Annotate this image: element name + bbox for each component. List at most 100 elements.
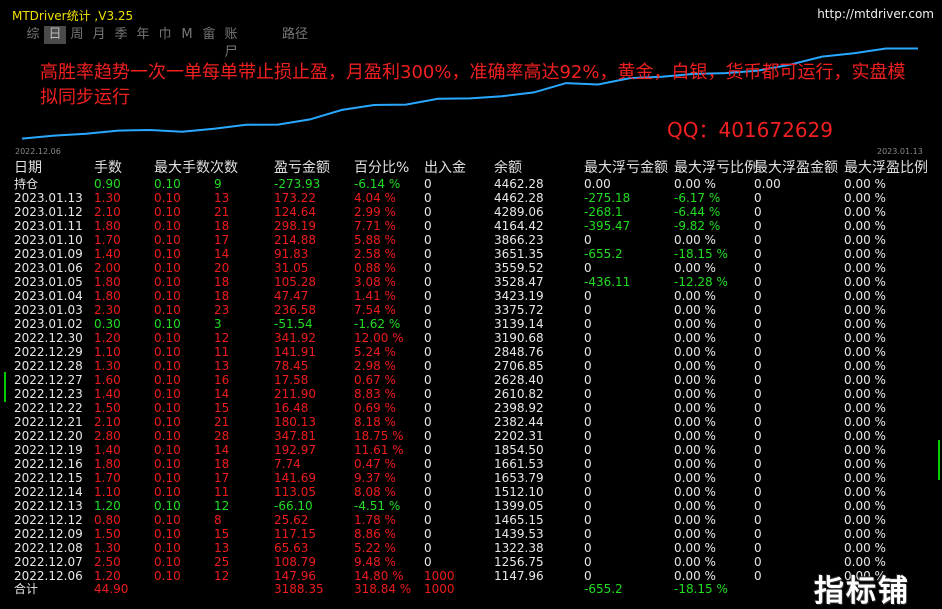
tab-2[interactable]: 周 [66, 26, 88, 44]
cell-count: 18 [214, 457, 230, 471]
cell-fppct: 0.00 % [844, 261, 886, 275]
header-max-float-loss-pct: 最大浮亏比例 [674, 160, 758, 176]
cell-fppct: 0.00 % [844, 331, 886, 345]
cell-date: 2022.12.16 [14, 457, 83, 471]
header-percent: 百分比% [354, 160, 410, 176]
cell-date: 2022.12.14 [14, 485, 83, 499]
cell-ddpct: 0.00 % [674, 373, 716, 387]
tab-3[interactable]: 月 [88, 26, 110, 44]
tab-5[interactable]: 年 [132, 26, 154, 44]
cell-io: 1000 [424, 569, 455, 583]
cell-ddamt: 0 [584, 485, 592, 499]
cell-lots: 2.10 [94, 415, 121, 429]
cell-fpamt: 0 [754, 275, 762, 289]
cell-pl: 108.79 [274, 555, 316, 569]
cell-bal: 3866.23 [494, 233, 544, 247]
cell-fppct: 0.00 % [844, 289, 886, 303]
header-profit-loss: 盈亏金额 [274, 160, 330, 176]
cell-pl: 214.88 [274, 233, 316, 247]
cell-ddpct: -12.28 % [674, 275, 728, 289]
header-deposit: 出入金 [424, 160, 466, 176]
cell-maxlots: 0.10 [154, 485, 181, 499]
cell-bal: 3190.68 [494, 331, 544, 345]
cell-io: 0 [424, 303, 432, 317]
tab-4[interactable]: 季 [110, 26, 132, 44]
cell-fppct: 0.00 % [844, 303, 886, 317]
cell-count: 21 [214, 415, 230, 429]
cell-io: 0 [424, 247, 432, 261]
cell-fppct: 0.00 % [844, 527, 886, 541]
cell-maxlots: 0.10 [154, 415, 181, 429]
cell-io: 0 [424, 219, 432, 233]
cell-maxlots: 0.10 [154, 219, 181, 233]
header-max-lots: 最大手数 [154, 160, 210, 176]
cell-io: 0 [424, 261, 432, 275]
cell-date: 2022.12.12 [14, 513, 83, 527]
cell-ddpct: 0.00 % [674, 555, 716, 569]
tab-8[interactable]: 畲 [198, 26, 220, 44]
table-row: 2022.12.07 2.50 0.10 25 108.79 9.48 % 0 1256.75… [0, 555, 942, 569]
cell-bal: 3139.14 [494, 317, 544, 331]
cell-date: 2022.12.28 [14, 359, 83, 373]
cell-fpamt: 0 [754, 513, 762, 527]
cell-fpamt: 0 [754, 555, 762, 569]
cell-count: 13 [214, 541, 230, 555]
tab-7[interactable]: M [176, 26, 198, 44]
cell-lots: 1.80 [94, 289, 121, 303]
cell-fppct: 0.00 % [844, 373, 886, 387]
cell-bal: 2398.92 [494, 401, 544, 415]
cell-ddpct: 0.00 % [674, 345, 716, 359]
cell-fpamt: 0 [754, 247, 762, 261]
cell-bal: 2628.40 [494, 373, 544, 387]
cell-pl: 105.28 [274, 275, 316, 289]
table-row: 2022.12.12 0.80 0.10 8 25.62 1.78 % 0 1465.15 0 0… [0, 513, 942, 527]
total-deposit: 1000 [424, 582, 455, 596]
website-link[interactable]: http://mtdriver.com [817, 7, 934, 21]
cell-io: 0 [424, 359, 432, 373]
cell-fpamt: 0 [754, 205, 762, 219]
cell-maxlots: 0.10 [154, 205, 181, 219]
table-row: 2023.01.12 2.10 0.10 21 124.64 2.99 % 0 4289.06… [0, 205, 942, 219]
cell-fppct: 0.00 % [844, 485, 886, 499]
cell-maxlots: 0.10 [154, 373, 181, 387]
cell-count: 12 [214, 569, 230, 583]
cell-fpamt: 0 [754, 429, 762, 443]
cell-ddamt: 0 [584, 443, 592, 457]
cell-count: 11 [214, 345, 230, 359]
table-row: 2022.12.06 1.20 0.10 12 147.96 14.80 % 1000 114… [0, 569, 942, 583]
cell-pl: 192.97 [274, 443, 316, 457]
table-row: 2022.12.27 1.60 0.10 16 17.58 0.67 % 0 2628.40 0… [0, 373, 942, 387]
cell-io: 0 [424, 191, 432, 205]
cell-ddamt: 0 [584, 541, 592, 555]
cell-maxlots: 0.10 [154, 359, 181, 373]
cell-date: 2022.12.22 [14, 401, 83, 415]
tab-10[interactable]: 路径 [282, 26, 308, 44]
tab-1[interactable]: 日 [44, 26, 66, 44]
cell-pl: 173.22 [274, 191, 316, 205]
total-lots: 44.90 [94, 582, 129, 596]
cell-fppct: 0.00 % [844, 275, 886, 289]
cell-io: 0 [424, 499, 432, 513]
table-row: 2023.01.11 1.80 0.10 18 298.19 7.71 % 0 4164.42… [0, 219, 942, 233]
cell-lots: 0.30 [94, 317, 121, 331]
cell-ddamt: 0 [584, 345, 592, 359]
cell-pl: 16.48 [274, 401, 309, 415]
cell-maxlots: 0.10 [154, 275, 181, 289]
cell-io: 0 [424, 177, 432, 191]
header-lots: 手数 [94, 160, 122, 176]
cell-pl: 180.13 [274, 415, 316, 429]
cell-ddamt: 0 [584, 401, 592, 415]
table-row: 2023.01.04 1.80 0.10 18 47.47 1.41 % 0 3423.19 0… [0, 289, 942, 303]
cell-fppct: 0.00 % [844, 191, 886, 205]
right-edge-indicator [938, 440, 940, 480]
cell-count: 3 [214, 317, 222, 331]
tab-6[interactable]: 巾 [154, 26, 176, 44]
tab-0[interactable]: 综 [22, 26, 44, 44]
cell-count: 13 [214, 191, 230, 205]
tab-9[interactable]: 账尸 [220, 26, 242, 60]
cell-io: 0 [424, 457, 432, 471]
cell-lots: 2.00 [94, 261, 121, 275]
cell-ddpct: 0.00 % [674, 443, 716, 457]
cell-pct: 5.24 % [354, 345, 396, 359]
cell-ddamt: -268.1 [584, 205, 623, 219]
